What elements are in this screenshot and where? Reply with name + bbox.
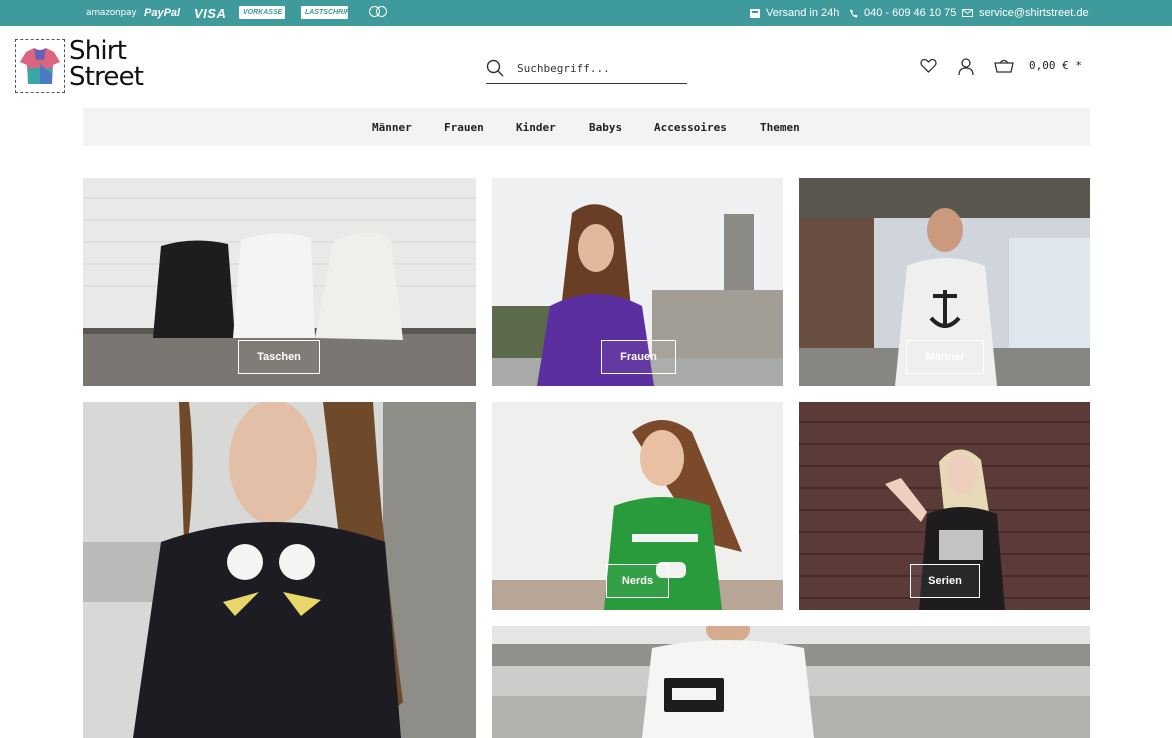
taschen-button[interactable]: Taschen bbox=[238, 340, 320, 374]
category-tile-maenner[interactable]: Männer bbox=[799, 178, 1090, 386]
logo-wordmark: Shirt Street bbox=[69, 36, 144, 92]
paypal-logo: PayPal bbox=[144, 7, 181, 19]
category-tile-taschen[interactable]: Taschen bbox=[83, 178, 476, 386]
category-tile-hoodies[interactable] bbox=[83, 402, 476, 738]
search-input[interactable] bbox=[517, 59, 682, 77]
woman-hoodie-photo bbox=[83, 402, 476, 738]
cart-total[interactable]: 0,00 € * bbox=[1029, 59, 1082, 72]
phone-icon bbox=[850, 9, 858, 17]
nav-item-kinder[interactable]: Kinder bbox=[516, 121, 556, 134]
account-user-icon[interactable] bbox=[958, 58, 974, 76]
mastercard-icon bbox=[367, 4, 389, 20]
nav-item-accessoires[interactable]: Accessoires bbox=[654, 121, 727, 134]
frauen-button[interactable]: Frauen bbox=[601, 340, 676, 374]
category-tile-retro[interactable] bbox=[492, 626, 1090, 738]
nav-item-babys[interactable]: Babys bbox=[589, 121, 622, 134]
man-cassette-shirt-photo bbox=[492, 626, 1090, 738]
email-info[interactable]: service@shirtstreet.de bbox=[962, 0, 1089, 26]
category-tile-frauen[interactable]: Frauen bbox=[492, 178, 783, 386]
top-bar: amazonpay PayPal VISA VORKASSE LASTSCHRI… bbox=[0, 0, 1172, 26]
email-address: service@shirtstreet.de bbox=[979, 7, 1089, 19]
amazon-pay-logo: amazonpay bbox=[86, 8, 137, 18]
visa-logo: VISA bbox=[194, 5, 227, 21]
shipping-text: Versand in 24h bbox=[766, 7, 840, 19]
nav-item-frauen[interactable]: Frauen bbox=[444, 121, 484, 134]
phone-info[interactable]: 040 - 609 46 10 75 bbox=[849, 0, 956, 26]
nerds-button[interactable]: Nerds bbox=[606, 564, 669, 598]
nav-item-themen[interactable]: Themen bbox=[760, 121, 800, 134]
vorkasse-logo: VORKASSE bbox=[239, 6, 285, 19]
shop-logo[interactable]: Shirt Street bbox=[15, 36, 155, 95]
serien-button[interactable]: Serien bbox=[910, 564, 980, 598]
main-navigation: Männer Frauen Kinder Babys Accessoires T… bbox=[83, 108, 1090, 146]
mail-icon bbox=[962, 9, 973, 17]
lastschrift-logo: LASTSCHRIFT bbox=[301, 6, 354, 19]
search-bar[interactable] bbox=[486, 56, 687, 84]
category-tile-nerds[interactable]: Nerds bbox=[492, 402, 783, 610]
shopping-basket-icon[interactable] bbox=[994, 58, 1014, 74]
nav-item-maenner[interactable]: Männer bbox=[372, 121, 412, 134]
phone-number: 040 - 609 46 10 75 bbox=[864, 7, 957, 19]
shipping-info: Versand in 24h bbox=[750, 0, 839, 26]
truck-icon bbox=[750, 8, 760, 18]
wishlist-heart-icon[interactable] bbox=[920, 58, 937, 74]
tshirt-logo-icon bbox=[15, 39, 65, 93]
search-icon bbox=[486, 59, 504, 77]
maenner-button[interactable]: Männer bbox=[906, 340, 984, 374]
category-tile-serien[interactable]: Serien bbox=[799, 402, 1090, 610]
